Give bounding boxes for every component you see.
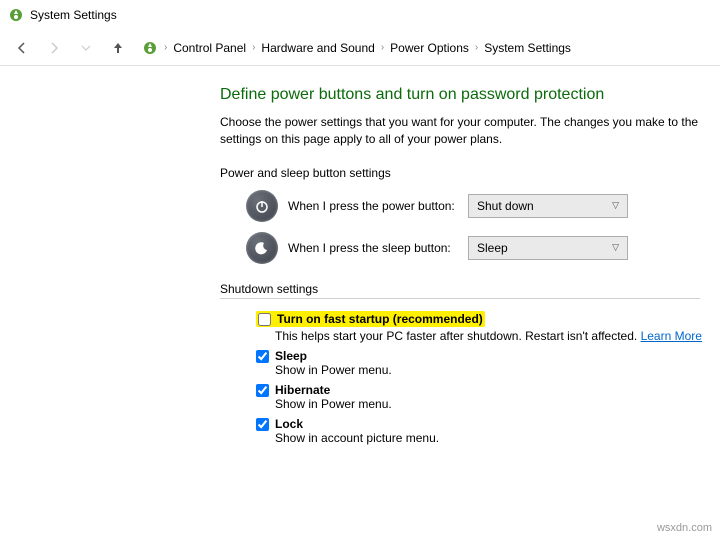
up-button[interactable] (104, 34, 132, 62)
chevron-right-icon: › (252, 42, 255, 53)
sleep-row: Sleep (256, 349, 720, 363)
chevron-right-icon: › (381, 42, 384, 53)
learn-more-link[interactable]: Learn More (641, 329, 702, 343)
lock-sub: Show in account picture menu. (275, 431, 720, 445)
titlebar: System Settings (0, 0, 720, 30)
fast-startup-sub: This helps start your PC faster after sh… (275, 329, 720, 343)
power-options-icon (8, 7, 24, 23)
power-button-select[interactable]: Shut down ▽ (468, 194, 628, 218)
power-options-icon (142, 40, 158, 56)
crumb-hardware[interactable]: Hardware and Sound (261, 41, 374, 55)
hibernate-label: Hibernate (275, 383, 330, 397)
sleep-button-row: When I press the sleep button: Sleep ▽ (246, 232, 720, 264)
sleep-check-label: Sleep (275, 349, 307, 363)
hibernate-row: Hibernate (256, 383, 720, 397)
hibernate-sub: Show in Power menu. (275, 397, 720, 411)
window-title: System Settings (30, 8, 117, 22)
fast-startup-row: Turn on fast startup (recommended) (256, 311, 485, 327)
lock-row: Lock (256, 417, 720, 431)
power-button-label: When I press the power button: (288, 199, 458, 213)
page-title: Define power buttons and turn on passwor… (220, 86, 720, 104)
section-shutdown: Shutdown settings (220, 282, 700, 299)
fast-startup-checkbox[interactable] (258, 313, 271, 326)
chevron-right-icon: › (164, 42, 167, 53)
sleep-button-select[interactable]: Sleep ▽ (468, 236, 628, 260)
hibernate-checkbox[interactable] (256, 384, 269, 397)
lock-label: Lock (275, 417, 303, 431)
sleep-icon (246, 232, 278, 264)
crumb-power[interactable]: Power Options (390, 41, 469, 55)
sleep-checkbox[interactable] (256, 350, 269, 363)
navbar: › Control Panel › Hardware and Sound › P… (0, 30, 720, 66)
chevron-down-icon: ▽ (612, 242, 619, 253)
chevron-down-icon: ▽ (612, 200, 619, 211)
sleep-sub: Show in Power menu. (275, 363, 720, 377)
power-icon (246, 190, 278, 222)
back-button[interactable] (8, 34, 36, 62)
content: Define power buttons and turn on passwor… (0, 66, 720, 445)
power-button-value: Shut down (477, 199, 534, 213)
sleep-button-label: When I press the sleep button: (288, 241, 458, 255)
page-description: Choose the power settings that you want … (220, 114, 720, 148)
watermark: wsxdn.com (657, 522, 712, 534)
crumb-system[interactable]: System Settings (484, 41, 571, 55)
sleep-button-value: Sleep (477, 241, 508, 255)
fast-startup-label: Turn on fast startup (recommended) (277, 312, 483, 326)
recent-dropdown[interactable] (72, 34, 100, 62)
breadcrumb[interactable]: › Control Panel › Hardware and Sound › P… (142, 40, 571, 56)
power-button-row: When I press the power button: Shut down… (246, 190, 720, 222)
lock-checkbox[interactable] (256, 418, 269, 431)
forward-button[interactable] (40, 34, 68, 62)
chevron-right-icon: › (475, 42, 478, 53)
crumb-control-panel[interactable]: Control Panel (173, 41, 246, 55)
section-power-sleep: Power and sleep button settings (220, 166, 720, 180)
